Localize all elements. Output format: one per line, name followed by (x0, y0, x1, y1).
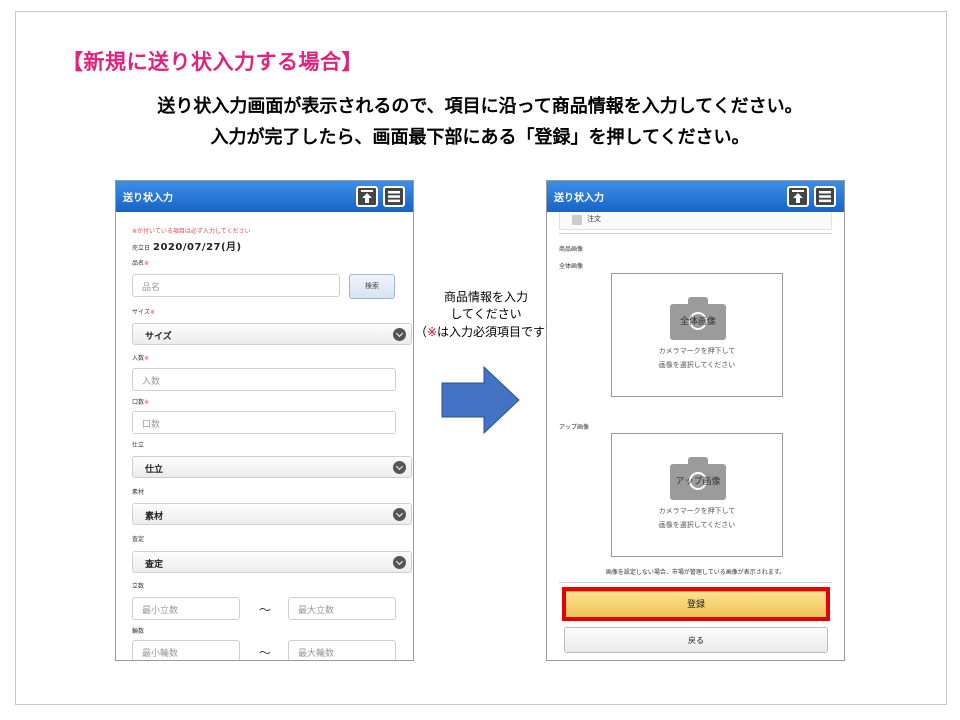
full-image-label: 全体画像 (559, 263, 584, 270)
app-header: 送り状入力 (116, 181, 413, 212)
tachisu-label: 立数 (132, 583, 145, 590)
hinmei-input[interactable]: 品名 (132, 274, 340, 297)
camera-message-1: カメラマークを押下して (658, 507, 736, 515)
app-title: 送り状入力 (554, 193, 604, 204)
tachisu-max-input[interactable]: 最大立数 (288, 597, 396, 620)
up-image-label: アップ画像 (559, 424, 590, 431)
sale-date-value: 2020/07/27(月) (153, 242, 242, 253)
app-header: 送り状入力 (547, 181, 844, 212)
camera-icon[interactable]: 全体画像 (670, 296, 726, 340)
rinsu-min-input[interactable]: 最小輪数 (132, 640, 240, 660)
camera-message-1: カメラマークを押下して (658, 347, 736, 355)
app-title: 送り状入力 (123, 193, 173, 204)
search-button[interactable]: 検索 (349, 274, 395, 299)
range-tilde: 〜 (259, 646, 272, 660)
satei-select[interactable]: 査定 (132, 551, 412, 573)
checkbox[interactable] (572, 215, 582, 225)
slide-heading: 【新規に送り状入力する場合】 (62, 50, 363, 74)
menu-icon[interactable] (383, 186, 405, 207)
scroll-top-icon[interactable] (356, 186, 378, 207)
left-phone-screenshot: 送り状入力 ※が付いている項目は必ず入力してください 売立日 2020/07/27… (115, 180, 414, 661)
shitate-label: 仕立 (132, 442, 145, 449)
sozai-label: 素材 (132, 489, 145, 496)
chevron-down-icon (393, 508, 406, 521)
right-arrow-icon (441, 366, 520, 434)
intro-line-1: 送り状入力画面が表示されるので、項目に沿って商品情報を入力してください。 (157, 96, 803, 117)
camera-caption: 全体画像 (679, 317, 716, 327)
kuchisu-label: 口数※ (132, 399, 150, 406)
sale-date-label: 売立日 (132, 245, 151, 252)
intro-line-2: 入力が完了したら、画面最下部にある「登録」を押してください。 (210, 127, 750, 148)
required-note: ※が付いている項目は必ず入力してください (132, 228, 251, 235)
menu-icon[interactable] (814, 186, 836, 207)
order-checkbox-row[interactable]: 注文 (559, 212, 832, 230)
full-image-picker[interactable]: 全体画像 カメラマークを押下して 画像を選択してください (611, 273, 783, 397)
divider (559, 233, 832, 234)
divider (559, 582, 832, 583)
camera-icon[interactable]: アップ画像 (670, 456, 726, 500)
rinsu-label: 輪数 (132, 628, 145, 635)
shitate-select[interactable]: 仕立 (132, 456, 412, 478)
back-button[interactable]: 戻る (564, 627, 828, 653)
up-image-picker[interactable]: アップ画像 カメラマークを押下して 画像を選択してください (611, 433, 783, 557)
rinsu-max-input[interactable]: 最大輪数 (288, 640, 396, 660)
register-highlight-box (562, 587, 830, 621)
camera-message-2: 画像を選択してください (658, 521, 736, 529)
range-tilde: 〜 (259, 603, 272, 617)
tachisu-min-input[interactable]: 最小立数 (132, 597, 240, 620)
image-footnote: 画像を設定しない場合、市場が管理している画像が表示されます。 (605, 569, 786, 576)
irisu-input[interactable]: 入数 (132, 368, 396, 391)
scroll-top-icon[interactable] (787, 186, 809, 207)
size-label: サイズ※ (132, 309, 155, 316)
chevron-down-icon (393, 461, 406, 474)
chevron-down-icon (393, 556, 406, 569)
camera-caption: アップ画像 (675, 477, 721, 487)
irisu-label: 入数※ (132, 355, 150, 362)
size-select[interactable]: サイズ (132, 323, 412, 345)
satei-label: 査定 (132, 536, 145, 543)
kuchisu-input[interactable]: 口数 (132, 411, 396, 434)
hinmei-label: 品名※ (132, 260, 150, 267)
sale-date: 売立日 2020/07/27(月) (132, 238, 242, 253)
order-checkbox-label: 注文 (587, 215, 601, 223)
camera-message-2: 画像を選択してください (658, 361, 736, 369)
sozai-select[interactable]: 素材 (132, 503, 412, 525)
product-image-label: 商品画像 (559, 246, 584, 253)
